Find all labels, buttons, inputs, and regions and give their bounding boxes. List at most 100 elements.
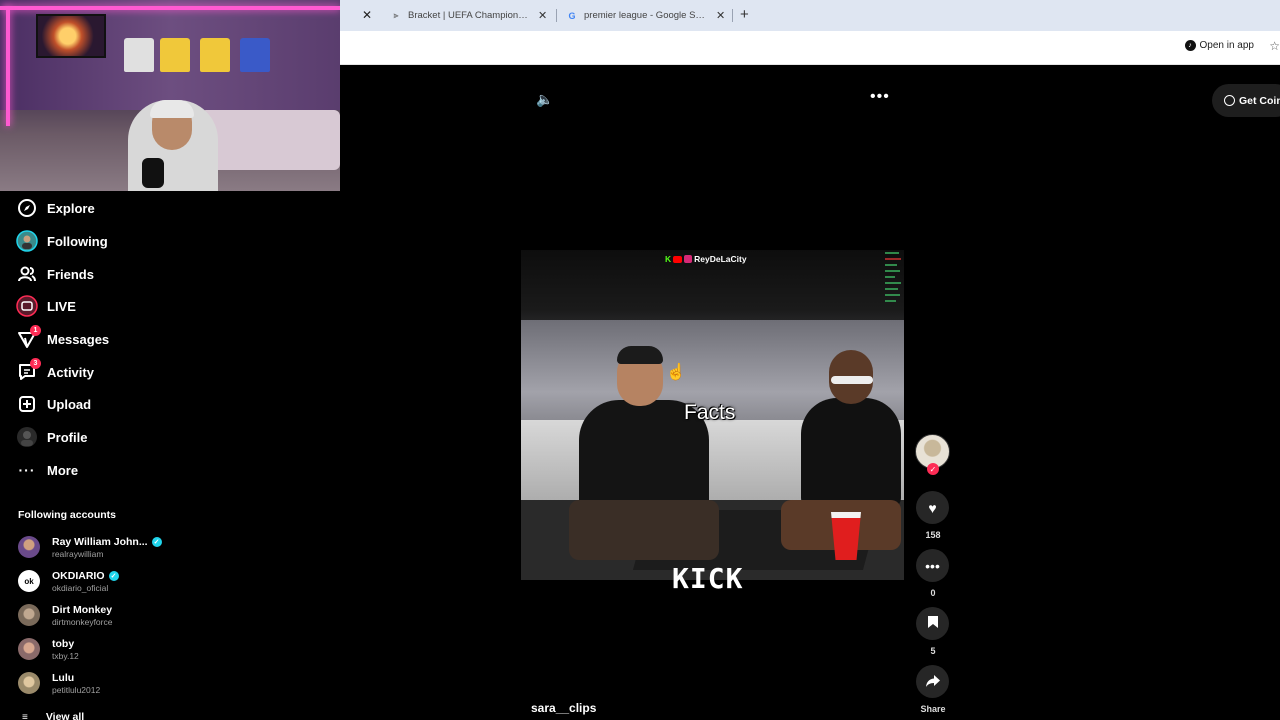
tab-close-icon[interactable]: ✕ bbox=[716, 9, 725, 22]
sidebar-item-activity[interactable]: 3 Activity bbox=[16, 358, 94, 384]
new-tab-button[interactable]: + bbox=[740, 6, 749, 23]
account-handle: okdiario_oficial bbox=[52, 582, 109, 593]
view-all-link[interactable]: ≡ View all bbox=[22, 711, 84, 720]
microphone bbox=[142, 158, 164, 188]
following-accounts-title: Following accounts bbox=[18, 509, 117, 521]
stream-chat-overlay bbox=[885, 252, 903, 342]
comment-icon: ••• bbox=[925, 557, 940, 574]
streamer-tag: K ReyDeLaCity bbox=[665, 254, 747, 264]
open-in-app-label: Open in app bbox=[1199, 40, 1255, 51]
account-handle: realraywilliam bbox=[52, 548, 104, 559]
red-cup bbox=[831, 512, 861, 560]
list-icon: ≡ bbox=[22, 711, 28, 720]
account-item[interactable]: Ray William John... ✓ realraywilliam bbox=[18, 533, 162, 561]
sidebar-item-label: Friends bbox=[47, 266, 94, 282]
account-name: toby bbox=[52, 637, 75, 650]
sidebar-item-explore[interactable]: Explore bbox=[16, 196, 95, 220]
tiktok-icon: ♪ bbox=[1184, 40, 1196, 51]
avatar bbox=[18, 536, 40, 558]
person-left bbox=[569, 346, 719, 560]
avatar bbox=[18, 604, 40, 626]
sidebar-item-label: Messages bbox=[47, 331, 110, 347]
heart-icon: ♥ bbox=[928, 499, 937, 516]
avatar bbox=[18, 638, 40, 660]
get-coins-label: Get Coins bbox=[1239, 94, 1280, 107]
account-handle: txby.12 bbox=[52, 650, 79, 661]
sound-icon[interactable]: 🔈 bbox=[536, 91, 553, 108]
view-all-label: View all bbox=[45, 711, 85, 720]
coin-icon bbox=[1224, 95, 1235, 106]
compass-icon bbox=[16, 197, 38, 219]
account-item[interactable]: Lulu petitlulu2012 bbox=[18, 669, 100, 697]
account-handle: petitlulu2012 bbox=[52, 684, 101, 695]
sidebar-item-messages[interactable]: 1 Messages bbox=[16, 325, 110, 351]
hand-cursor-icon: ☝ bbox=[666, 364, 686, 381]
account-item[interactable]: toby txby.12 bbox=[18, 635, 79, 663]
activity-badge: 3 bbox=[30, 358, 41, 369]
tab-uefa[interactable]: ⫸ Bracket | UEFA Champions Lea ✕ bbox=[391, 0, 557, 31]
kick-logo-icon: K bbox=[665, 254, 672, 264]
sidebar-item-label: Explore bbox=[47, 200, 95, 216]
messages-badge: 1 bbox=[30, 325, 41, 336]
account-name: OKDIARIO bbox=[52, 569, 105, 582]
open-in-app-button[interactable]: ♪ Open in app bbox=[1184, 40, 1255, 51]
share-button[interactable] bbox=[916, 665, 949, 698]
profile-avatar-icon bbox=[16, 426, 38, 448]
upload-icon bbox=[16, 393, 38, 415]
sidebar-item-upload[interactable]: Upload bbox=[16, 392, 91, 416]
sidebar-item-label: More bbox=[47, 462, 79, 478]
avatar: ok bbox=[18, 570, 40, 592]
more-options-icon[interactable]: ••• bbox=[870, 88, 890, 106]
instagram-icon bbox=[684, 255, 693, 263]
tab-google-search[interactable]: G premier league - Google Search ✕ bbox=[567, 0, 733, 31]
sidebar-item-live[interactable]: LIVE bbox=[16, 294, 76, 318]
sidebar-item-label: Following bbox=[47, 233, 108, 249]
sidebar-item-profile[interactable]: Profile bbox=[16, 425, 87, 449]
bookmark-star-icon[interactable]: ☆ bbox=[1269, 39, 1280, 53]
webcam-overlay bbox=[0, 0, 340, 191]
video-author-username[interactable]: sara__clips bbox=[531, 701, 596, 715]
active-tab-close-icon[interactable]: ✕ bbox=[362, 8, 372, 22]
following-avatar-icon bbox=[16, 230, 38, 252]
video-caption: Facts bbox=[684, 401, 736, 424]
messages-icon: 1 bbox=[16, 325, 41, 350]
account-name: Lulu bbox=[52, 671, 75, 684]
kick-watermark: KICK bbox=[672, 562, 744, 595]
streamer-name: ReyDeLaCity bbox=[694, 254, 747, 264]
tab-close-icon[interactable]: ✕ bbox=[538, 9, 547, 22]
wall-tv bbox=[36, 14, 106, 58]
google-icon: G bbox=[568, 10, 576, 21]
save-count: 5 bbox=[930, 646, 936, 656]
live-icon bbox=[16, 295, 38, 317]
account-name: Ray William John... bbox=[52, 535, 148, 548]
like-button[interactable]: ♥ bbox=[916, 491, 949, 524]
verified-icon: ✓ bbox=[108, 570, 119, 581]
sidebar-item-more[interactable]: ··· More bbox=[16, 458, 79, 482]
sidebar-item-label: LIVE bbox=[47, 298, 76, 314]
youtube-icon bbox=[673, 255, 683, 263]
comment-button[interactable]: ••• bbox=[916, 549, 949, 582]
sidebar-item-label: Activity bbox=[47, 364, 94, 380]
follow-plus-icon[interactable]: ✓ bbox=[927, 463, 939, 475]
account-name: Dirt Monkey bbox=[52, 603, 113, 616]
author-avatar[interactable]: ✓ bbox=[915, 434, 950, 475]
sidebar-item-following[interactable]: Following bbox=[16, 229, 108, 253]
save-button[interactable] bbox=[916, 607, 949, 640]
screen: ✕ ⫸ Bracket | UEFA Champions Lea ✕ G pre… bbox=[0, 0, 1280, 720]
browser-toolbar: ♪ Open in app ☆ bbox=[340, 31, 1280, 65]
uefa-icon: ⫸ bbox=[393, 10, 399, 20]
friends-icon bbox=[16, 263, 38, 285]
avatar bbox=[18, 672, 40, 694]
get-coins-button[interactable]: Get Coins bbox=[1212, 84, 1280, 117]
account-item[interactable]: ok OKDIARIO ✓ okdiario_oficial bbox=[18, 567, 119, 595]
account-handle: dirtmonkeyforce bbox=[52, 616, 113, 627]
share-icon bbox=[925, 674, 940, 690]
sidebar-item-friends[interactable]: Friends bbox=[16, 262, 94, 286]
tab-title: Bracket | UEFA Champions Lea bbox=[408, 10, 528, 21]
account-item[interactable]: Dirt Monkey dirtmonkeyforce bbox=[18, 601, 112, 629]
sidebar-item-label: Profile bbox=[47, 429, 88, 445]
sidebar-item-label: Upload bbox=[47, 396, 92, 412]
comment-count: 0 bbox=[930, 588, 936, 598]
more-icon: ··· bbox=[18, 462, 36, 478]
tab-title: premier league - Google Search bbox=[584, 10, 706, 21]
